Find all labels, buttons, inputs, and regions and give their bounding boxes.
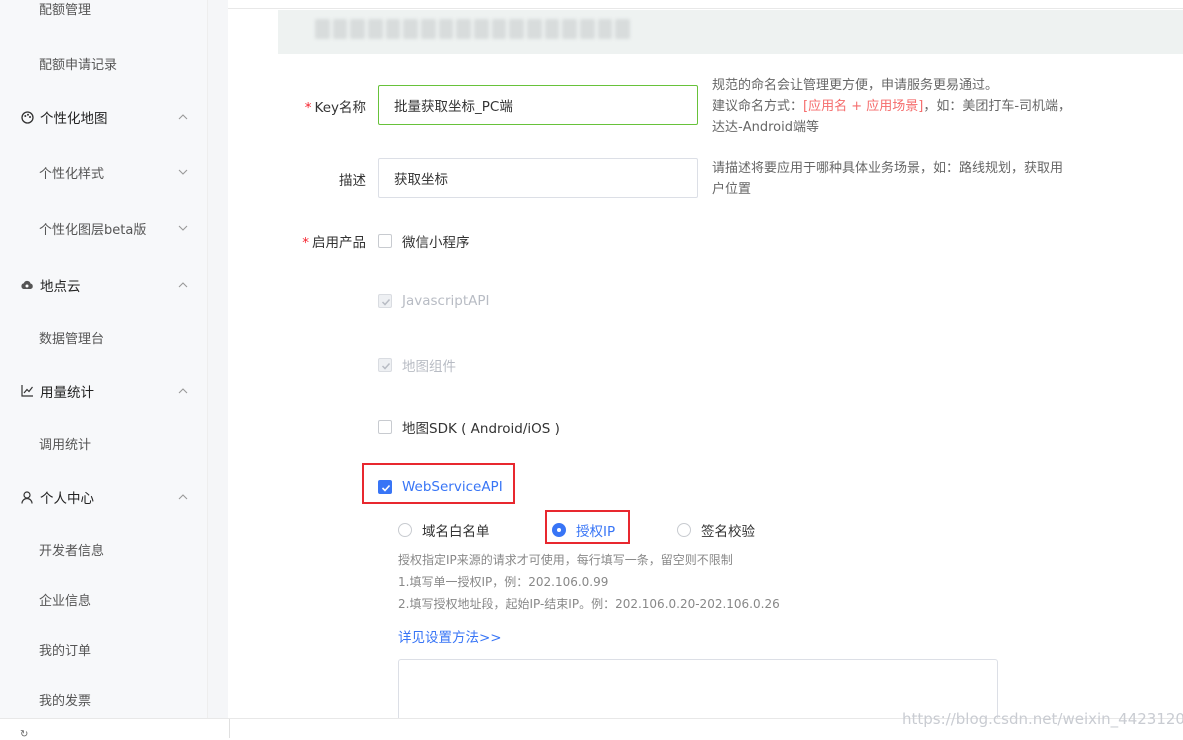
auth-option-label: 域名白名单 <box>422 524 490 540</box>
auth-note-1: 授权指定IP来源的请求才可使用，每行填写一条，留空则不限制 <box>398 553 733 567</box>
auth-option-domain-whitelist[interactable]: 域名白名单 <box>398 520 490 540</box>
required-mark: * <box>304 100 312 116</box>
sidebar-item-my-invoices[interactable]: 我的发票 <box>0 688 208 710</box>
sidebar-item-quota-records[interactable]: 配额申请记录 <box>0 52 208 74</box>
key-name-label: * Key名称 <box>305 96 366 116</box>
sidebar-item-developer-info[interactable]: 开发者信息 <box>0 538 208 560</box>
sidebar-gutter <box>208 0 228 718</box>
sidebar-item-label: 开发者信息 <box>39 543 105 559</box>
checkbox <box>378 358 392 372</box>
chevron-up-icon <box>178 494 188 500</box>
chart-icon <box>20 384 34 398</box>
chevron-up-icon <box>178 282 188 288</box>
sidebar-group-custom-map[interactable]: 个性化地图 <box>0 106 208 128</box>
sidebar-item-label: 个性化样式 <box>39 166 105 182</box>
key-name-value: 批量获取坐标_PC端 <box>394 99 513 115</box>
sidebar-item-label: 个人中心 <box>40 491 94 507</box>
chevron-down-icon <box>178 225 188 231</box>
sidebar-item-label: 企业信息 <box>39 593 92 609</box>
divider <box>229 719 230 738</box>
check-icon <box>381 362 391 370</box>
check-icon <box>381 298 391 306</box>
highlight-box-authorized-ip <box>545 510 630 544</box>
product-map-component: 地图组件 <box>378 355 456 375</box>
sidebar-item-label: 我的订单 <box>39 643 92 659</box>
top-divider <box>228 0 1183 9</box>
sidebar-item-label: 我的发票 <box>39 693 92 709</box>
product-label: 地图SDK ( Android/iOS ) <box>402 421 560 437</box>
sidebar-item-company-info[interactable]: 企业信息 <box>0 588 208 610</box>
sidebar-item-custom-layer[interactable]: 个性化图层beta版 <box>0 217 208 239</box>
key-name-hint-prefix: 建议命名方式： <box>712 99 804 114</box>
auth-option-label: 签名校验 <box>701 524 755 540</box>
blurred-header-text <box>315 19 631 39</box>
description-label: 描述 <box>339 173 366 189</box>
radio[interactable] <box>677 523 691 537</box>
key-name-hint-line: 规范的命名会让管理更方便，申请服务更易通过。 <box>712 78 999 93</box>
radio[interactable] <box>398 523 412 537</box>
required-mark: * <box>302 235 309 251</box>
sidebar-group-personal-center[interactable]: 个人中心 <box>0 486 208 508</box>
auth-note-2: 1.填写单一授权IP，例：202.106.0.99 <box>398 575 609 589</box>
sidebar-item-label: 配额申请记录 <box>39 57 118 73</box>
sidebar-item-label: 地点云 <box>40 279 81 295</box>
auth-option-signature[interactable]: 签名校验 <box>677 520 755 540</box>
sidebar-item-label: 个性化地图 <box>40 111 108 127</box>
cloud-icon <box>20 278 34 292</box>
sidebar-item-label: 个性化图层beta版 <box>39 222 147 238</box>
chevron-up-icon <box>178 114 188 120</box>
sidebar-item-label: 调用统计 <box>39 437 92 453</box>
description-hint: 请描述将要应用于哪种具体业务场景，如：路线规划，获取用户位置 <box>712 161 1064 197</box>
key-name-label-text: Key名称 <box>314 100 366 116</box>
product-map-sdk[interactable]: 地图SDK ( Android/iOS ) <box>378 417 560 437</box>
product-label: JavascriptAPI <box>402 293 490 309</box>
setup-guide-link[interactable]: 详见设置方法>> <box>398 626 502 646</box>
sidebar-group-usage-stats[interactable]: 用量统计 <box>0 380 208 402</box>
checkbox <box>378 294 392 308</box>
sidebar-item-label: 配额管理 <box>39 2 92 18</box>
auth-note-3: 2.填写授权地址段，起始IP-结束IP。例：202.106.0.20-202.1… <box>398 597 780 611</box>
highlight-box-webservice <box>362 463 515 504</box>
chevron-down-icon <box>178 169 188 175</box>
product-javascript-api: JavascriptAPI <box>378 293 490 309</box>
sidebar-group-place-cloud[interactable]: 地点云 <box>0 274 208 296</box>
sidebar-item-quota-management[interactable]: 配额管理 <box>0 0 208 26</box>
sidebar-item-data-console[interactable]: 数据管理台 <box>0 326 208 348</box>
product-wechat-miniprogram[interactable]: 微信小程序 <box>378 231 470 251</box>
sidebar-item-my-orders[interactable]: 我的订单 <box>0 638 208 660</box>
sidebar-item-label: 用量统计 <box>40 385 94 401</box>
sidebar-item-custom-style[interactable]: 个性化样式 <box>0 161 208 183</box>
chevron-up-icon <box>178 388 188 394</box>
checkbox[interactable] <box>378 420 392 434</box>
description-value: 获取坐标 <box>394 172 448 188</box>
products-label-text: 启用产品 <box>312 235 366 251</box>
key-name-hint: 规范的命名会让管理更方便，申请服务更易通过。 建议命名方式：[应用名 + 应用场… <box>712 75 1072 138</box>
product-label: 地图组件 <box>402 359 456 375</box>
products-label: * 启用产品 <box>302 231 366 251</box>
product-label: 微信小程序 <box>402 235 470 251</box>
sidebar-item-label: 数据管理台 <box>39 331 105 347</box>
sidebar-item-call-stats[interactable]: 调用统计 <box>0 432 208 454</box>
sidebar: 配额管理 配额申请记录 个性化地图 个性化样式 个性化图层beta版 地点云 数… <box>0 0 208 718</box>
collapse-icon[interactable]: ↻ <box>20 729 30 740</box>
key-name-input[interactable]: 批量获取坐标_PC端 <box>378 85 698 125</box>
key-name-hint-highlight: [应用名 + 应用场景] <box>803 99 924 114</box>
user-icon <box>20 490 34 504</box>
palette-icon <box>20 110 34 124</box>
checkbox[interactable] <box>378 234 392 248</box>
watermark: https://blog.csdn.net/weixin_44231204 <box>902 710 1183 728</box>
description-input[interactable]: 获取坐标 <box>378 158 698 198</box>
